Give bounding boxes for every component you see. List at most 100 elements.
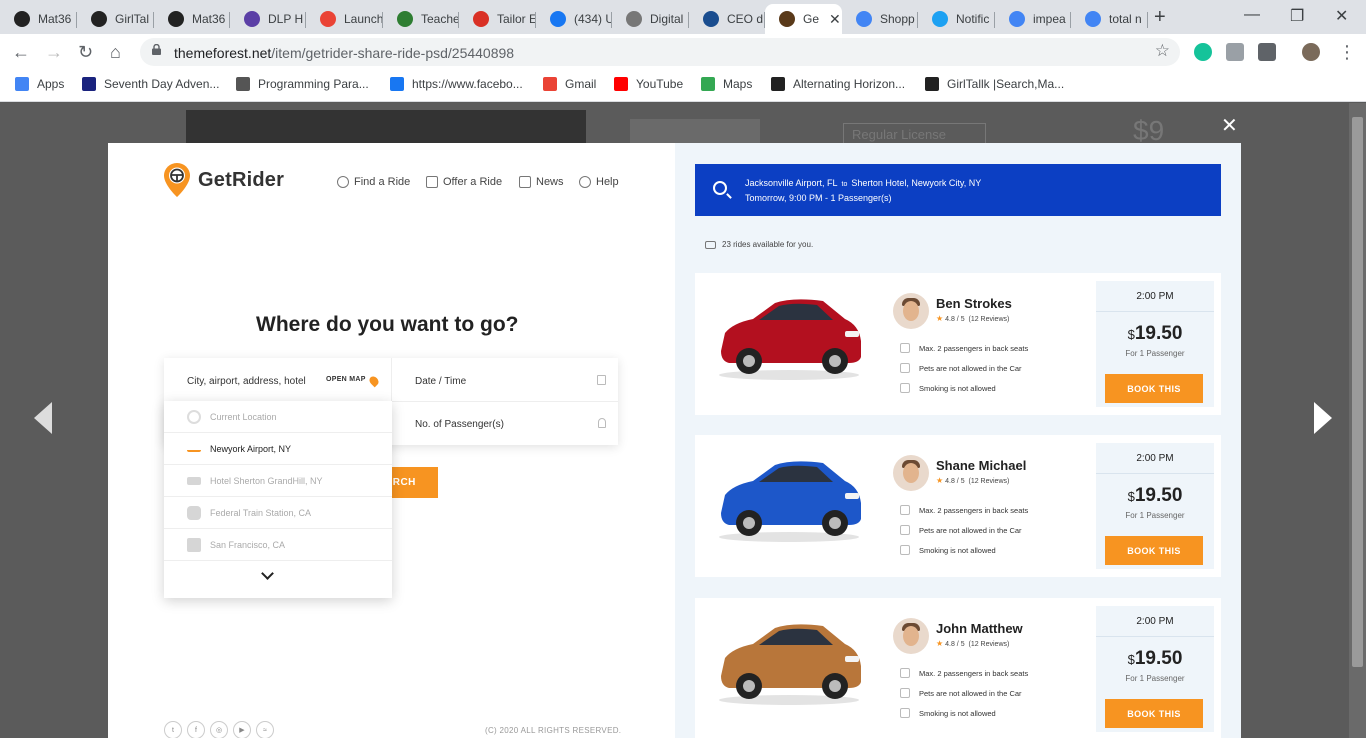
url-field[interactable]: themeforest.net/item/getrider-share-ride… (140, 38, 1180, 66)
preview-thumbnails (630, 119, 760, 143)
feature-label: Pets are not allowed in the Car (919, 525, 1022, 535)
from-input[interactable]: City, airport, address, hotel (187, 376, 306, 387)
bookmark-item[interactable]: Maps (701, 77, 752, 91)
bookmark-item[interactable]: Programming Para... (236, 77, 369, 91)
browser-tab[interactable]: Digital (612, 4, 689, 34)
lock-icon (152, 44, 161, 55)
browser-tab[interactable]: (434) U (536, 4, 612, 34)
tab-favicon-icon (244, 11, 260, 27)
reviews-count[interactable]: (12 Reviews) (968, 316, 1009, 323)
bookmark-star-icon[interactable]: ☆ (1155, 41, 1170, 61)
bookmark-item[interactable]: Apps (15, 77, 64, 91)
tab-favicon-icon (397, 11, 413, 27)
feature-label: Smoking is not allowed (919, 383, 996, 393)
search-icon (337, 176, 349, 188)
suggestion-label: Newyork Airport, NY (210, 443, 292, 454)
bookmark-item[interactable]: GirlTallk |Search,Ma... (925, 77, 1064, 91)
twitter-icon[interactable]: t (164, 721, 182, 738)
seat-icon (900, 505, 910, 515)
bookmark-item[interactable]: Alternating Horizon... (771, 77, 905, 91)
browser-tab[interactable]: Shopp (842, 4, 918, 34)
reload-icon[interactable]: ↻ (78, 42, 93, 63)
bookmark-item[interactable]: https://www.facebo... (390, 77, 523, 91)
seat-icon (900, 343, 910, 353)
car-icon (426, 176, 438, 188)
passengers-input[interactable]: No. of Passenger(s) (415, 419, 504, 430)
no-smoking-icon (900, 545, 910, 555)
suggestion-newyork-airport[interactable]: Newyork Airport, NY (164, 433, 392, 465)
new-tab-button[interactable]: + (1154, 6, 1166, 29)
search-summary-bar[interactable]: Jacksonville Airport, FL to Sherton Hotel,… (695, 164, 1221, 216)
browser-tab[interactable]: GirlTal (77, 4, 154, 34)
page-scrollbar[interactable] (1349, 103, 1366, 738)
bookmarks-bar: Apps Seventh Day Adven... Programming Para… (0, 70, 1366, 102)
ride-card: Shane Michael ★ 4.8 / 5 (12 Reviews) Max. … (695, 435, 1221, 577)
nav-find-ride[interactable]: Find a Ride (337, 176, 410, 188)
nav-offer-ride[interactable]: Offer a Ride (426, 176, 502, 188)
rss-icon[interactable]: ≈ (256, 721, 274, 738)
price-box: 2:00 PM $19.50 For 1 Passenger BOOK THIS (1096, 443, 1214, 569)
ride-card: Ben Strokes ★ 4.8 / 5 (12 Reviews) Max. 2 … (695, 273, 1221, 415)
feature-label: Max. 2 passengers in back seats (919, 505, 1029, 515)
maximize-button[interactable]: ❐ (1290, 6, 1304, 26)
open-map-link[interactable]: OPEN MAP (326, 376, 366, 383)
chevron-down-icon[interactable] (261, 567, 274, 580)
minimize-button[interactable]: — (1244, 6, 1260, 24)
browser-tab[interactable]: Mat36 (0, 4, 77, 34)
instagram-icon[interactable]: ◎ (210, 721, 228, 738)
scrollbar-thumb[interactable] (1352, 117, 1363, 667)
youtube-icon[interactable]: ▶ (233, 721, 251, 738)
book-this-button[interactable]: BOOK THIS (1105, 536, 1203, 565)
bookmark-favicon-icon (82, 77, 96, 91)
map-pin-icon (367, 374, 381, 388)
nav-news[interactable]: News (519, 176, 564, 188)
facebook-icon[interactable]: f (187, 721, 205, 738)
getrider-logo[interactable]: GetRider (164, 163, 284, 197)
license-select[interactable]: Regular License (843, 123, 986, 145)
chrome-menu-icon[interactable]: ⋮ (1338, 42, 1356, 63)
reviews-count[interactable]: (12 Reviews) (968, 478, 1009, 485)
steering-pin-icon (164, 163, 190, 197)
previous-image-arrow[interactable] (34, 402, 52, 434)
bookmark-item[interactable]: YouTube (614, 77, 683, 91)
bookmark-label: Apps (37, 77, 65, 91)
tab-favicon-icon (14, 11, 30, 27)
grammarly-extension-icon[interactable] (1194, 43, 1212, 61)
next-image-arrow[interactable] (1314, 402, 1332, 434)
browser-tab[interactable]: Teache (383, 4, 459, 34)
extension-cube-icon[interactable] (1226, 43, 1244, 61)
tab-title: Teache (421, 12, 459, 26)
browser-tab[interactable]: Ge ✕ (765, 4, 842, 34)
date-time-input[interactable]: Date / Time (415, 376, 466, 387)
browser-tab[interactable]: Tailor E (459, 4, 536, 34)
profile-avatar[interactable] (1302, 43, 1320, 61)
back-icon[interactable]: ← (12, 42, 30, 63)
price-per-passenger: For 1 Passenger (1125, 349, 1185, 358)
home-icon[interactable]: ⌂ (110, 42, 121, 63)
suggestion-hotel[interactable]: Hotel Sherton GrandHill, NY (164, 465, 392, 497)
suggestion-train-station[interactable]: Federal Train Station, CA (164, 497, 392, 529)
browser-tab[interactable]: DLP H (230, 4, 306, 34)
currency-symbol: $ (1127, 489, 1135, 504)
bookmark-item[interactable]: Gmail (543, 77, 596, 91)
lightbox-close-button[interactable]: ✕ (1221, 113, 1238, 138)
nav-help[interactable]: Help (579, 176, 619, 188)
bookmark-item[interactable]: Seventh Day Adven... (82, 77, 219, 91)
browser-tab[interactable]: total n (1071, 4, 1148, 34)
browser-tab[interactable]: Mat36 (154, 4, 230, 34)
book-this-button[interactable]: BOOK THIS (1105, 699, 1203, 728)
browser-tab[interactable]: Notific (918, 4, 995, 34)
cast-icon[interactable] (1258, 43, 1276, 61)
close-tab-icon[interactable]: ✕ (829, 11, 841, 28)
forward-icon[interactable]: → (45, 42, 63, 63)
suggestion-current-location[interactable]: Current Location (164, 401, 392, 433)
browser-tab[interactable]: impea (995, 4, 1071, 34)
price-box: 2:00 PM $19.50 For 1 Passenger BOOK THIS (1096, 281, 1214, 407)
suggestion-san-francisco[interactable]: San Francisco, CA (164, 529, 392, 561)
book-this-button[interactable]: BOOK THIS (1105, 374, 1203, 403)
tab-title: (434) U (574, 12, 612, 26)
browser-tab[interactable]: Launch (306, 4, 383, 34)
reviews-count[interactable]: (12 Reviews) (968, 641, 1009, 648)
browser-tab[interactable]: CEO d (689, 4, 765, 34)
close-window-button[interactable]: ✕ (1335, 6, 1348, 26)
